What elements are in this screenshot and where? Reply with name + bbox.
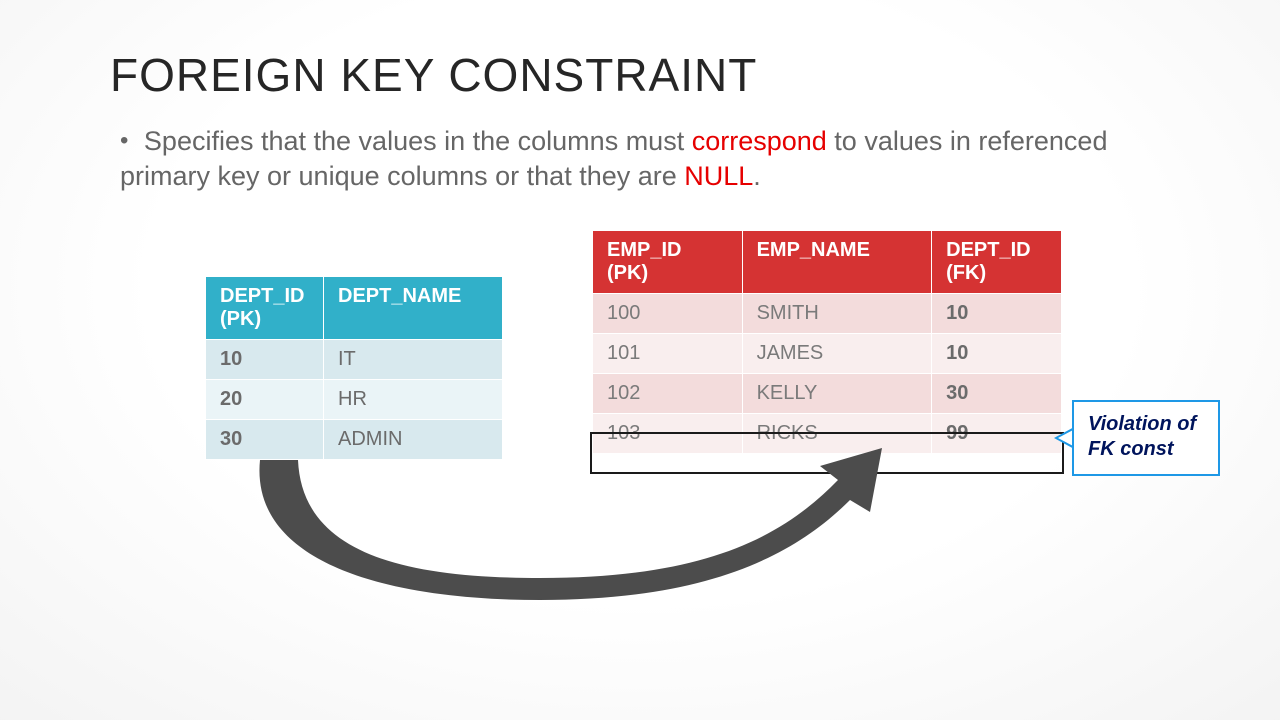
cell-emp-id: 101 xyxy=(593,334,743,374)
emp-table: EMP_ID (PK) EMP_NAME DEPT_ID (FK) 100 SM… xyxy=(592,230,1062,454)
col-header: DEPT_ID (FK) xyxy=(932,231,1062,294)
diagram-area: DEPT_ID (PK) DEPT_NAME 10 IT 20 HR 30 AD… xyxy=(0,0,1280,720)
table-row: 100 SMITH 10 xyxy=(593,294,1062,334)
cell-emp-id: 100 xyxy=(593,294,743,334)
table-header-row: DEPT_ID (PK) DEPT_NAME xyxy=(206,277,503,340)
col-header: EMP_NAME xyxy=(742,231,932,294)
table-row: 102 KELLY 30 xyxy=(593,374,1062,414)
cell-dept-fk: 30 xyxy=(932,374,1062,414)
table-row: 20 HR xyxy=(206,380,503,420)
dept-table: DEPT_ID (PK) DEPT_NAME 10 IT 20 HR 30 AD… xyxy=(205,276,503,460)
cell-emp-name: RICKS xyxy=(742,414,932,454)
callout-line: FK const xyxy=(1088,438,1174,460)
cell-emp-name: SMITH xyxy=(742,294,932,334)
violation-callout: Violation of FK const xyxy=(1072,400,1220,476)
table-header-row: EMP_ID (PK) EMP_NAME DEPT_ID (FK) xyxy=(593,231,1062,294)
cell-emp-name: KELLY xyxy=(742,374,932,414)
col-header: EMP_ID (PK) xyxy=(593,231,743,294)
cell-dept-name: ADMIN xyxy=(324,420,503,460)
cell-emp-id: 102 xyxy=(593,374,743,414)
table-row: 101 JAMES 10 xyxy=(593,334,1062,374)
cell-dept-fk: 99 xyxy=(932,414,1062,454)
table-row: 30 ADMIN xyxy=(206,420,503,460)
cell-dept-name: HR xyxy=(324,380,503,420)
cell-dept-fk: 10 xyxy=(932,334,1062,374)
col-header: DEPT_ID (PK) xyxy=(206,277,324,340)
table-row: 103 RICKS 99 xyxy=(593,414,1062,454)
cell-emp-name: JAMES xyxy=(742,334,932,374)
table-row: 10 IT xyxy=(206,340,503,380)
cell-dept-name: IT xyxy=(324,340,503,380)
cell-dept-fk: 10 xyxy=(932,294,1062,334)
cell-dept-id: 20 xyxy=(206,380,324,420)
callout-line: Violation of xyxy=(1088,413,1196,435)
cell-dept-id: 10 xyxy=(206,340,324,380)
cell-emp-id: 103 xyxy=(593,414,743,454)
cell-dept-id: 30 xyxy=(206,420,324,460)
col-header: DEPT_NAME xyxy=(324,277,503,340)
